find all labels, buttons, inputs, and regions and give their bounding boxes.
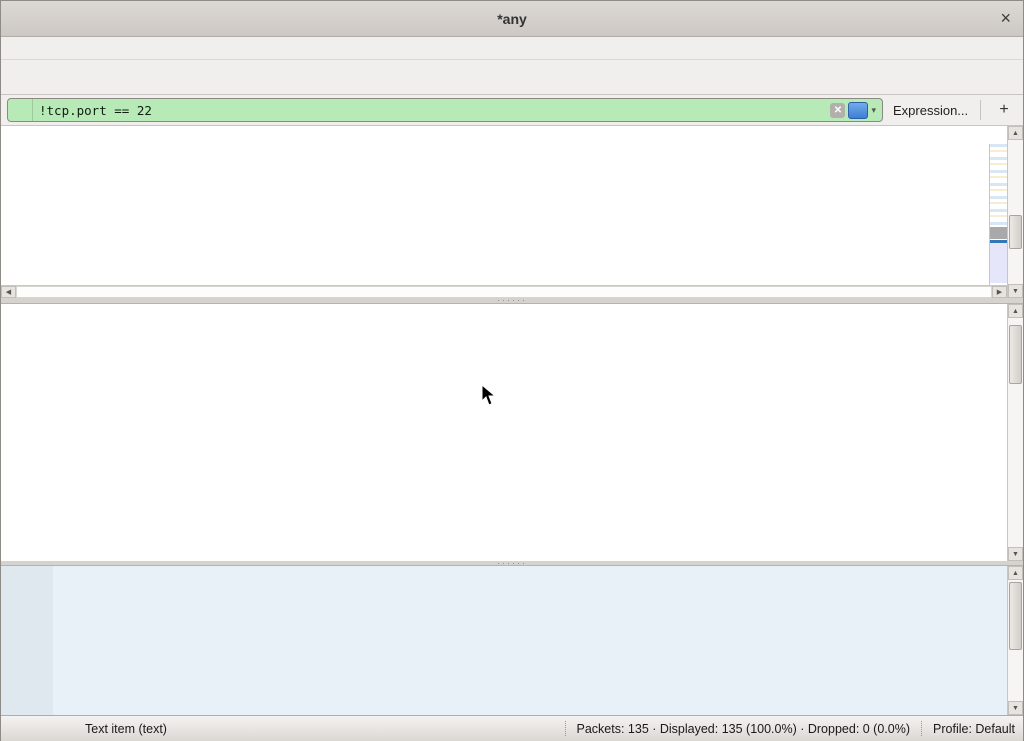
filter-toolbar: !tcp.port == 22 ✕ ▾ Expression... + bbox=[1, 95, 1023, 126]
packet-list-header bbox=[1, 126, 1007, 144]
scroll-track[interactable] bbox=[1008, 318, 1023, 547]
selected-field-label: Text item (text) bbox=[85, 722, 167, 736]
scroll-down-arrow-icon[interactable]: ▼ bbox=[1008, 547, 1023, 561]
hex-scrollbar[interactable]: ▲ ▼ bbox=[1007, 566, 1023, 715]
scroll-track[interactable] bbox=[1008, 580, 1023, 701]
filter-apply-icon[interactable] bbox=[848, 102, 868, 119]
menubar bbox=[1, 37, 1023, 60]
packet-detail-tree bbox=[1, 304, 1007, 561]
packet-list-minimap bbox=[989, 144, 1007, 285]
titlebar[interactable]: *any × bbox=[1, 1, 1023, 37]
statusbar-separator bbox=[565, 721, 566, 736]
add-filter-button[interactable]: + bbox=[991, 101, 1017, 119]
scroll-left-arrow-icon[interactable]: ◀ bbox=[1, 286, 16, 298]
packet-detail-pane: ▲ ▼ bbox=[1, 303, 1023, 561]
profile-label[interactable]: Profile: Default bbox=[933, 722, 1015, 736]
filter-bookmark-icon[interactable] bbox=[8, 99, 33, 121]
scroll-thumb[interactable] bbox=[1009, 582, 1022, 650]
window-title: *any bbox=[497, 11, 527, 27]
packet-bytes-pane: ▲ ▼ bbox=[1, 565, 1023, 715]
filter-dropdown-caret-icon[interactable]: ▾ bbox=[871, 105, 876, 116]
display-filter-field[interactable]: !tcp.port == 22 ✕ ▾ bbox=[7, 98, 883, 122]
scroll-right-arrow-icon[interactable]: ▶ bbox=[992, 286, 1007, 298]
scroll-thumb[interactable] bbox=[1009, 215, 1022, 250]
display-filter-input[interactable]: !tcp.port == 22 bbox=[33, 103, 830, 118]
filter-clear-icon[interactable]: ✕ bbox=[830, 103, 845, 118]
scroll-down-arrow-icon[interactable]: ▼ bbox=[1008, 284, 1023, 298]
close-window-button[interactable]: × bbox=[1000, 8, 1011, 28]
statusbar: Text item (text) Packets: 135 · Displaye… bbox=[1, 715, 1023, 741]
scroll-track[interactable] bbox=[1008, 140, 1023, 284]
scroll-thumb[interactable] bbox=[1009, 325, 1022, 385]
packet-list-pane: ◀ ▶ ▲ ▼ bbox=[1, 126, 1023, 298]
scroll-up-arrow-icon[interactable]: ▲ bbox=[1008, 566, 1023, 580]
packet-list-scrollbar[interactable]: ▲ ▼ bbox=[1007, 126, 1023, 298]
wireshark-window: *any × !tcp.port == 22 ✕ ▾ Expression...… bbox=[0, 0, 1024, 741]
hex-dump bbox=[1, 566, 1007, 715]
expression-button[interactable]: Expression... bbox=[893, 103, 968, 118]
packet-counts-label: Packets: 135 · Displayed: 135 (100.0%) ·… bbox=[577, 722, 911, 736]
scroll-up-arrow-icon[interactable]: ▲ bbox=[1008, 304, 1023, 318]
splitter-grip: ······ bbox=[497, 299, 527, 302]
expert-info-icon[interactable] bbox=[9, 720, 26, 737]
packet-list-body bbox=[1, 144, 989, 285]
main-toolbar bbox=[1, 60, 1023, 95]
scroll-up-arrow-icon[interactable]: ▲ bbox=[1008, 126, 1023, 140]
detail-scrollbar[interactable]: ▲ ▼ bbox=[1007, 304, 1023, 561]
scroll-down-arrow-icon[interactable]: ▼ bbox=[1008, 701, 1023, 715]
statusbar-separator bbox=[921, 721, 922, 736]
filterbar-separator bbox=[980, 100, 981, 120]
capture-comment-icon[interactable] bbox=[35, 720, 52, 737]
